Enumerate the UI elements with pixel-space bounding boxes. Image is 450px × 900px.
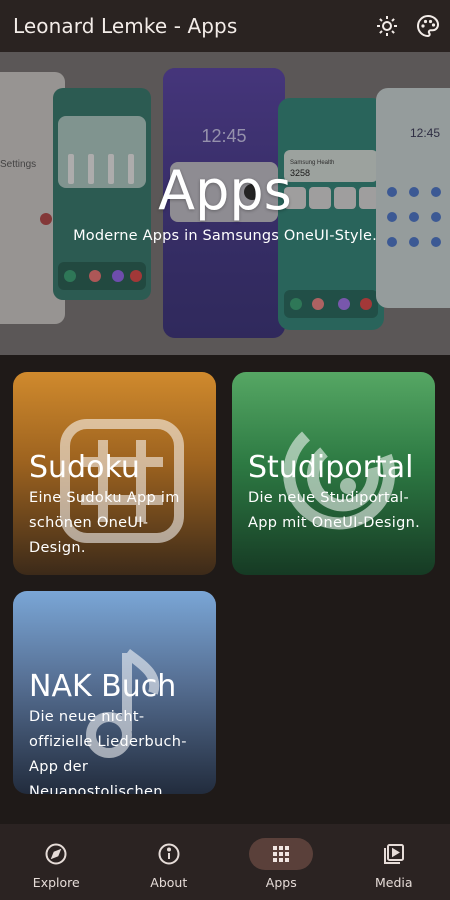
nav-label: Apps <box>265 875 297 890</box>
hero-banner: Settings 12:45 Samsung Health 3258 12:45 <box>0 52 450 355</box>
palette-icon[interactable] <box>414 12 442 40</box>
nav-item-apps[interactable]: Apps <box>225 824 338 900</box>
info-icon <box>158 843 180 865</box>
nav-pill <box>137 838 201 870</box>
compass-icon <box>45 843 67 865</box>
nav-pill <box>362 838 426 870</box>
card-description: Die neue Studiportal-App mit OneUI-Desig… <box>248 490 421 531</box>
nav-label: Media <box>374 875 413 890</box>
app-card-nak-buch[interactable]: NAK Buch Die neue nicht-offizielle Liede… <box>13 591 216 794</box>
nav-label: About <box>150 875 188 890</box>
card-title: Sudoku <box>29 450 140 485</box>
brightness-icon[interactable] <box>373 12 401 40</box>
card-title: Studiportal <box>248 450 414 485</box>
card-description: Eine Sudoku App im schönen OneUI-Design. <box>29 490 180 556</box>
app-title: Leonard Lemke - Apps <box>13 14 238 38</box>
bottom-navigation: Explore About Apps Media <box>0 824 450 900</box>
media-icon <box>383 844 404 864</box>
hero-subtitle: Moderne Apps in Samsungs OneUI-Style. <box>73 228 377 244</box>
nav-item-media[interactable]: Media <box>338 824 450 900</box>
card-description: Die neue nicht-offizielle Liederbuch-App… <box>29 709 187 794</box>
nav-item-about[interactable]: About <box>113 824 226 900</box>
nav-active-pill <box>249 838 314 870</box>
apps-grid-icon <box>273 846 290 862</box>
app-bar-actions <box>373 12 442 40</box>
hero-title: Apps <box>158 159 292 222</box>
app-bar: Leonard Lemke - Apps <box>0 0 450 52</box>
app-card-studiportal[interactable]: Studiportal Die neue Studiportal-App mit… <box>232 372 435 575</box>
nav-pill <box>24 838 88 870</box>
app-card-sudoku[interactable]: Sudoku Eine Sudoku App im schönen OneUI-… <box>13 372 216 575</box>
nav-label: Explore <box>32 875 80 890</box>
nav-item-explore[interactable]: Explore <box>0 824 113 900</box>
card-title: NAK Buch <box>29 669 177 704</box>
